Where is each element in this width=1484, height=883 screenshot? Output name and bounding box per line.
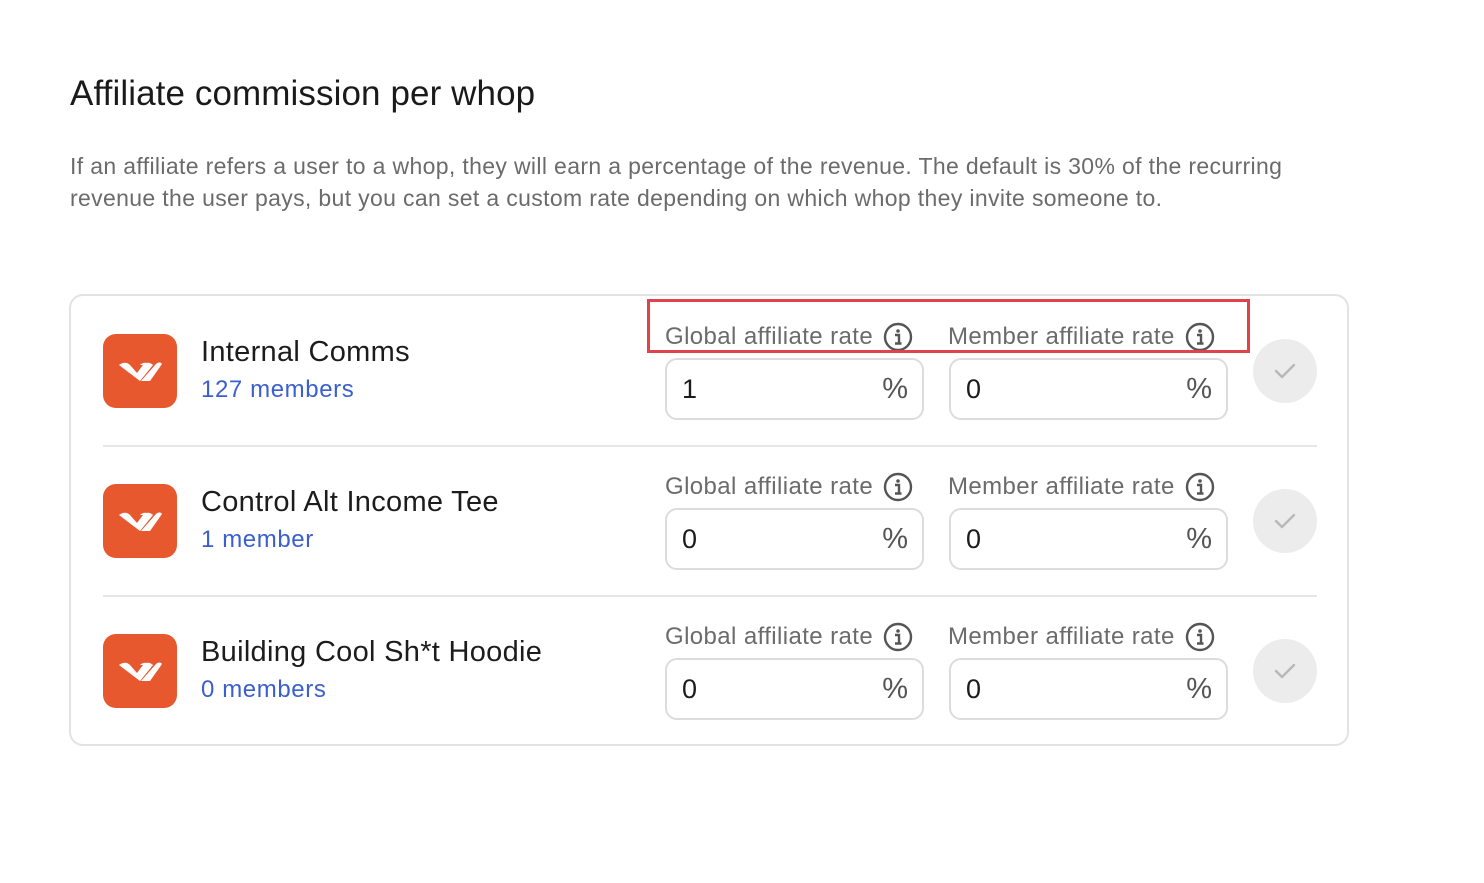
global-rate-label: Global affiliate rate: [665, 472, 913, 502]
global-rate-input[interactable]: [682, 523, 832, 555]
global-rate-label: Global affiliate rate: [665, 622, 913, 652]
save-button[interactable]: [1253, 639, 1317, 703]
member-rate-label: Member affiliate rate: [948, 322, 1215, 352]
info-icon[interactable]: [1185, 472, 1215, 502]
whop-name: Building Cool Sh*t Hoodie: [201, 636, 543, 668]
member-rate-input[interactable]: [966, 523, 1116, 555]
member-rate-label: Member affiliate rate: [948, 622, 1215, 652]
save-button[interactable]: [1253, 339, 1317, 403]
checkmark-icon: [1274, 363, 1296, 379]
percent-suffix: %: [1186, 372, 1212, 405]
whop-members-link[interactable]: 0 members: [201, 676, 326, 704]
percent-suffix: %: [1186, 672, 1212, 705]
section-description: If an affiliate refers a user to a whop,…: [70, 153, 1283, 211]
info-icon[interactable]: [1185, 622, 1215, 652]
percent-suffix: %: [1186, 522, 1212, 555]
whop-row: Internal Comms 127 members Global affili…: [103, 296, 1317, 446]
whop-logo-icon: [103, 484, 177, 558]
global-rate-field[interactable]: %: [665, 358, 924, 420]
member-rate-field[interactable]: %: [949, 508, 1228, 570]
global-rate-field[interactable]: %: [665, 508, 924, 570]
member-rate-field[interactable]: %: [949, 358, 1228, 420]
whop-members-link[interactable]: 127 members: [201, 376, 354, 404]
global-rate-field[interactable]: %: [665, 658, 924, 720]
whop-logo-icon: [103, 634, 177, 708]
global-rate-label-text: Global affiliate rate: [665, 623, 874, 650]
member-rate-field[interactable]: %: [949, 658, 1228, 720]
global-rate-label-text: Global affiliate rate: [665, 473, 874, 500]
whop-logo-icon: [103, 334, 177, 408]
whop-name: Control Alt Income Tee: [201, 486, 499, 518]
percent-suffix: %: [882, 672, 908, 705]
whop-row: Control Alt Income Tee 1 member Global a…: [103, 446, 1317, 596]
member-rate-input[interactable]: [966, 373, 1116, 405]
global-rate-label-text: Global affiliate rate: [665, 323, 874, 350]
whop-commission-card: Internal Comms 127 members Global affili…: [69, 294, 1349, 746]
info-icon[interactable]: [1185, 322, 1215, 352]
global-rate-input[interactable]: [682, 673, 832, 705]
info-icon[interactable]: [883, 622, 913, 652]
whop-members-link[interactable]: 1 member: [201, 526, 314, 554]
percent-suffix: %: [882, 522, 908, 555]
checkmark-icon: [1274, 663, 1296, 679]
whop-name: Internal Comms: [201, 336, 410, 368]
member-rate-label: Member affiliate rate: [948, 472, 1215, 502]
global-rate-input[interactable]: [682, 373, 832, 405]
checkmark-icon: [1274, 513, 1296, 529]
info-icon[interactable]: [883, 472, 913, 502]
info-icon[interactable]: [883, 322, 913, 352]
member-rate-label-text: Member affiliate rate: [948, 623, 1175, 650]
whop-row: Building Cool Sh*t Hoodie 0 members Glob…: [103, 596, 1317, 746]
save-button[interactable]: [1253, 489, 1317, 553]
member-rate-label-text: Member affiliate rate: [948, 473, 1175, 500]
member-rate-label-text: Member affiliate rate: [948, 323, 1175, 350]
global-rate-label: Global affiliate rate: [665, 322, 913, 352]
section-title: Affiliate commission per whop: [70, 74, 536, 113]
member-rate-input[interactable]: [966, 673, 1116, 705]
percent-suffix: %: [882, 372, 908, 405]
